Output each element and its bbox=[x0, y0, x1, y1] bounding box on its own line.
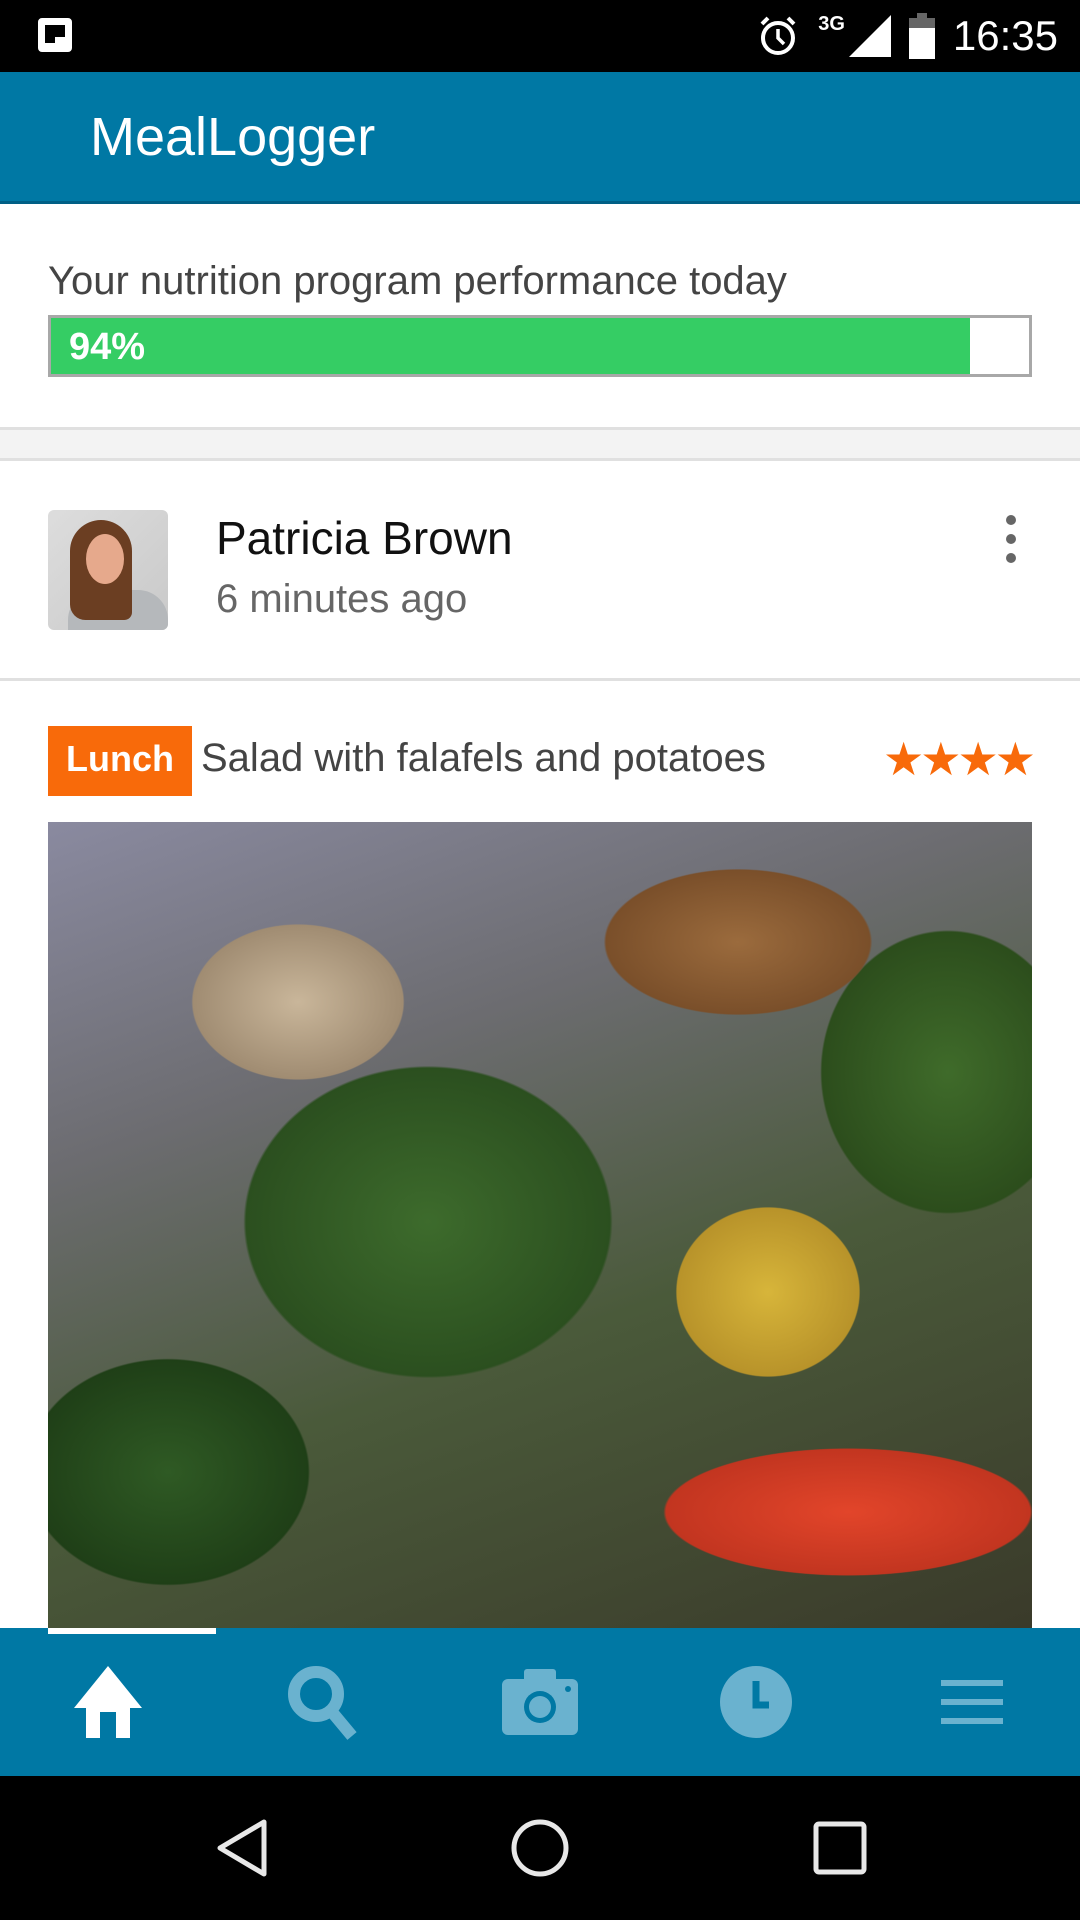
nav-search-button[interactable] bbox=[216, 1628, 432, 1776]
user-name[interactable]: Patricia Brown bbox=[216, 511, 513, 565]
progress-percent-label: 94% bbox=[69, 326, 146, 368]
hamburger-menu-icon bbox=[941, 1680, 1003, 1724]
progress-fill bbox=[51, 318, 971, 374]
meal-title: Salad with falafels and potatoes bbox=[201, 736, 766, 780]
more-options-icon[interactable] bbox=[998, 515, 1024, 563]
alarm-icon bbox=[760, 16, 796, 55]
nav-history-button[interactable] bbox=[648, 1628, 864, 1776]
recents-square-icon bbox=[813, 1821, 867, 1875]
system-navigation-bar bbox=[0, 1776, 1080, 1920]
system-back-button[interactable] bbox=[172, 1776, 312, 1920]
home-circle-icon bbox=[511, 1819, 569, 1877]
back-triangle-icon bbox=[217, 1819, 267, 1877]
camera-icon bbox=[502, 1669, 578, 1735]
nav-camera-button[interactable] bbox=[432, 1628, 648, 1776]
system-recents-button[interactable] bbox=[770, 1776, 910, 1920]
nav-home-button[interactable] bbox=[0, 1628, 216, 1776]
meal-photo[interactable] bbox=[48, 822, 1032, 1630]
nav-menu-button[interactable] bbox=[864, 1628, 1080, 1776]
app-title: MealLogger bbox=[90, 107, 376, 167]
performance-label: Your nutrition program performance today bbox=[48, 259, 787, 303]
battery-icon bbox=[908, 13, 935, 59]
bottom-navigation bbox=[0, 1628, 1080, 1776]
signal-icon bbox=[848, 15, 891, 57]
active-tab-indicator bbox=[48, 1628, 216, 1634]
performance-progress-bar: 94% bbox=[48, 315, 1032, 377]
star-rating: ★★★★ bbox=[883, 733, 1036, 785]
notification-app-icon bbox=[38, 18, 72, 52]
app-bar: MealLogger bbox=[0, 72, 1080, 204]
meal-type-badge: Lunch bbox=[48, 726, 192, 796]
status-time: 16:35 bbox=[952, 12, 1058, 59]
meal-title-row: Lunch Salad with falafels and potatoes ★… bbox=[48, 726, 1036, 796]
status-bar: 3G 16:35 bbox=[0, 0, 1080, 72]
clock-icon bbox=[720, 1666, 792, 1738]
network-type-label: 3G bbox=[818, 12, 845, 35]
avatar[interactable] bbox=[48, 510, 168, 630]
section-divider bbox=[0, 427, 1080, 461]
system-home-button[interactable] bbox=[470, 1776, 610, 1920]
post-timestamp: 6 minutes ago bbox=[216, 577, 468, 621]
home-icon bbox=[74, 1666, 142, 1738]
search-icon bbox=[288, 1666, 357, 1740]
post-header: Patricia Brown 6 minutes ago bbox=[0, 461, 1080, 681]
